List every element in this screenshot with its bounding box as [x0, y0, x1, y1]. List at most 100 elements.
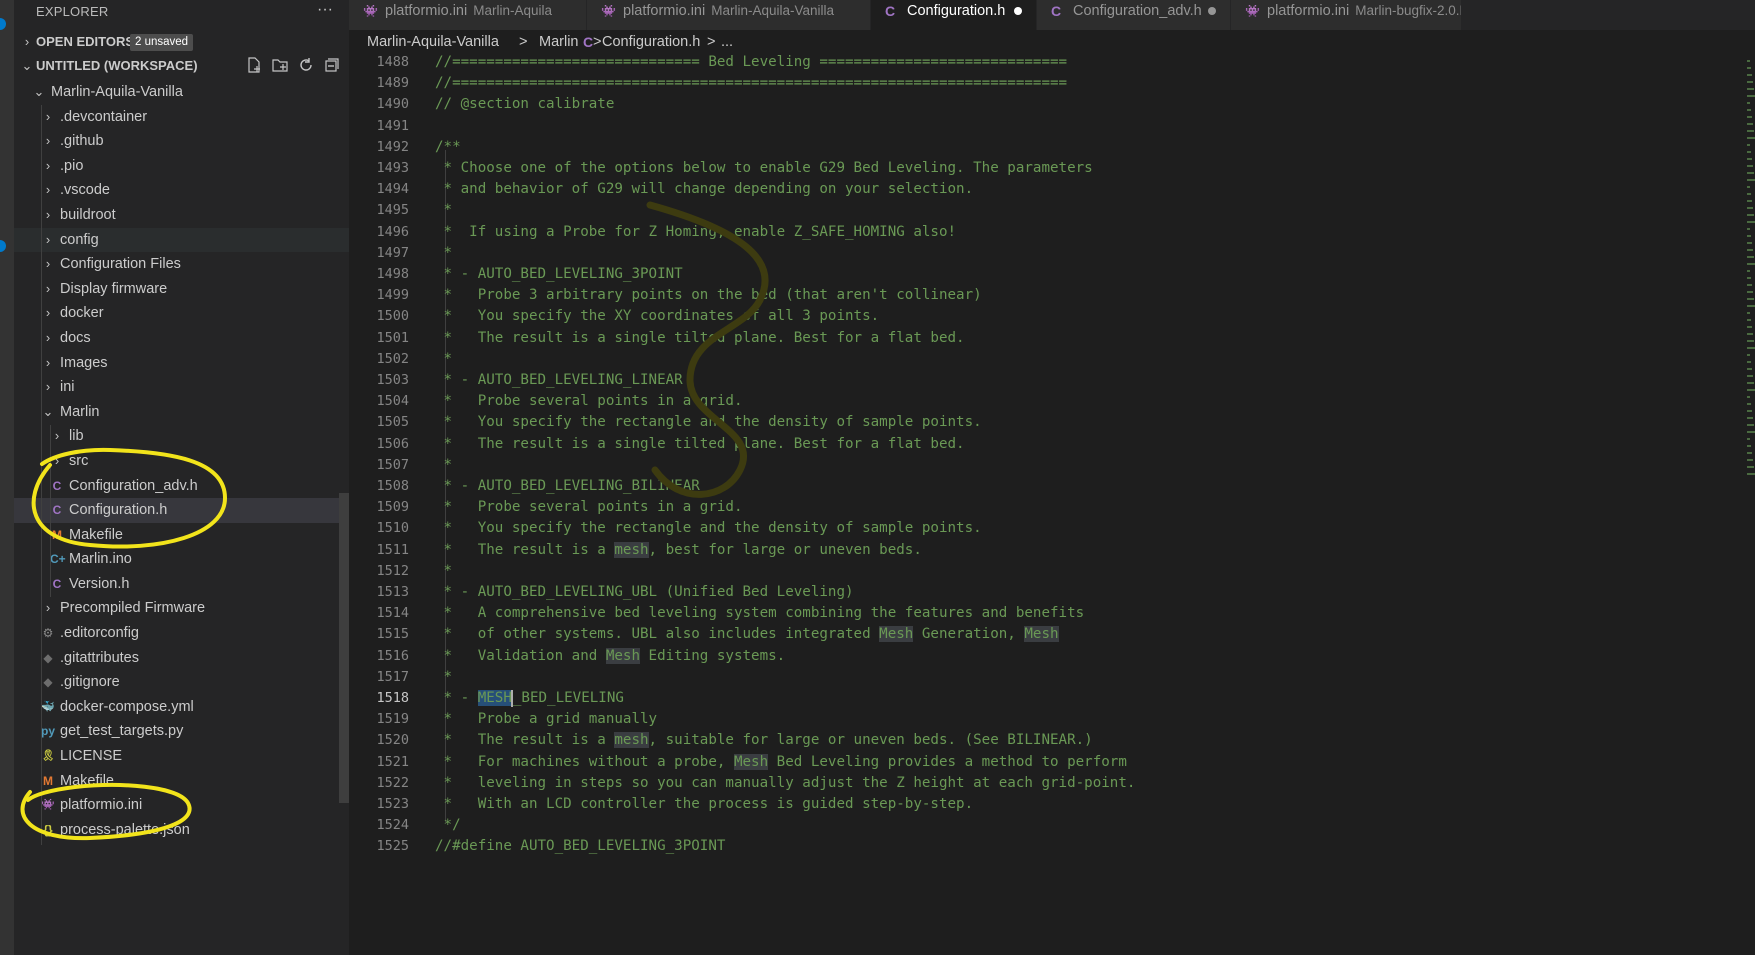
- folder-configuration-files[interactable]: › Configuration Files: [14, 252, 349, 277]
- code-line[interactable]: //#define AUTO_BED_LEVELING_3POINT: [435, 836, 725, 857]
- tree-item-label: Configuration_adv.h: [69, 477, 198, 494]
- code-line[interactable]: * Probe 3 arbitrary points on the bed (t…: [435, 285, 982, 306]
- code-line[interactable]: // @section calibrate: [435, 94, 614, 115]
- folder-buildroot[interactable]: › buildroot: [14, 203, 349, 228]
- code-line[interactable]: * You specify the XY coordinates of all …: [435, 306, 880, 327]
- file-docker-compose-yml[interactable]: 🐳 docker-compose.yml: [14, 695, 349, 720]
- minimap-line: [1747, 361, 1751, 363]
- unsaved-dot-icon[interactable]: [1208, 7, 1216, 15]
- code-line[interactable]: * The result is a single tilted plane. B…: [435, 434, 965, 455]
- code-line[interactable]: * The result is a single tilted plane. B…: [435, 328, 965, 349]
- file-gitignore[interactable]: ◆ .gitignore: [14, 670, 349, 695]
- folder-marlin[interactable]: ⌄ Marlin: [14, 400, 349, 425]
- code-line[interactable]: * - AUTO_BED_LEVELING_3POINT: [435, 264, 683, 285]
- code-line[interactable]: * and behavior of G29 will change depend…: [435, 179, 974, 200]
- folder-ini[interactable]: › ini: [14, 375, 349, 400]
- code-line[interactable]: * of other systems. UBL also includes in…: [435, 624, 1059, 645]
- code-line[interactable]: *: [435, 200, 453, 221]
- folder-devcontainer[interactable]: › .devcontainer: [14, 105, 349, 130]
- code-line[interactable]: * - AUTO_BED_LEVELING_UBL (Unified Bed L…: [435, 582, 854, 603]
- tree-item-label: src: [69, 452, 89, 469]
- code-line[interactable]: *: [435, 455, 453, 476]
- tab-configuration-adv-h[interactable]: C Configuration_adv.h: [1037, 0, 1230, 30]
- folder-config[interactable]: › config: [14, 227, 349, 253]
- folder-lib[interactable]: › lib: [14, 424, 349, 449]
- folder-docs[interactable]: › docs: [14, 326, 349, 351]
- code-line[interactable]: * Probe several points in a grid.: [435, 391, 743, 412]
- sidebar-scrollbar[interactable]: [339, 493, 349, 803]
- line-number: 1516: [376, 647, 409, 664]
- file-marlin-ino[interactable]: C+ Marlin.ino: [14, 547, 349, 572]
- file-license[interactable]: 🎗 LICENSE: [14, 744, 349, 769]
- tree-item-label: LICENSE: [60, 748, 123, 765]
- code-line[interactable]: *: [435, 667, 453, 688]
- folder-marlin-aquila-vanilla[interactable]: ⌄ Marlin-Aquila-Vanilla: [14, 80, 349, 105]
- folder-pio[interactable]: › .pio: [14, 154, 349, 179]
- code-line[interactable]: //============================= Bed Leve…: [435, 54, 1067, 73]
- minimap-line: [1747, 340, 1754, 342]
- folder-github[interactable]: › .github: [14, 129, 349, 154]
- open-editors-section[interactable]: › OPEN EDITORS 2 unsaved: [14, 30, 349, 54]
- code-line[interactable]: * Validation and Mesh Editing systems.: [435, 646, 785, 667]
- folder-src[interactable]: › src: [14, 449, 349, 474]
- code-line[interactable]: *: [435, 349, 453, 370]
- tab-platformio-ini-marlin-aquila[interactable]: 👾 platformio.ini Marlin-Aquila: [349, 0, 586, 30]
- new-folder-icon[interactable]: [270, 56, 290, 76]
- tab-platformio-ini-marlin-aquila-vanilla[interactable]: 👾 platformio.ini Marlin-Aquila-Vanilla: [587, 0, 870, 30]
- file-get-test-targets-py[interactable]: py get_test_targets.py: [14, 719, 349, 744]
- code-editor[interactable]: 1488 1489 1490 1491 1492 1493 1494 1495 1496 1497…: [349, 54, 1755, 955]
- code-line[interactable]: * If using a Probe for Z Homing, enable …: [435, 222, 957, 243]
- code-line[interactable]: */: [435, 815, 461, 836]
- platformio-icon: 👾: [1245, 4, 1260, 18]
- code-line[interactable]: * For machines without a probe, Mesh Bed…: [435, 752, 1127, 773]
- minimap-line: [1747, 347, 1755, 349]
- file-makefile[interactable]: M Makefile: [14, 769, 349, 794]
- folder-images[interactable]: › Images: [14, 351, 349, 376]
- code-line[interactable]: * leveling in steps so you can manually …: [435, 773, 1136, 794]
- file-configuration-h[interactable]: C Configuration.h: [14, 498, 349, 523]
- code-line[interactable]: * You specify the rectangle and the dens…: [435, 518, 982, 539]
- breadcrumb-item[interactable]: ...: [721, 30, 733, 54]
- file-version-h[interactable]: C Version.h: [14, 572, 349, 597]
- code-line[interactable]: * - AUTO_BED_LEVELING_BILINEAR: [435, 476, 700, 497]
- file-platformio-ini[interactable]: 👾 platformio.ini: [14, 793, 349, 818]
- new-file-icon[interactable]: [244, 56, 264, 76]
- code-line[interactable]: *: [435, 243, 453, 264]
- folder-docker[interactable]: › docker: [14, 301, 349, 326]
- refresh-icon[interactable]: [296, 56, 316, 76]
- file-process-palette-json[interactable]: {} process-palette.json: [14, 818, 349, 843]
- workspace-section[interactable]: ⌄ UNTITLED (WORKSPACE): [14, 54, 349, 78]
- folder-display-firmware[interactable]: › Display firmware: [14, 277, 349, 302]
- code-line[interactable]: * You specify the rectangle and the dens…: [435, 412, 982, 433]
- code-line[interactable]: *: [435, 561, 453, 582]
- folder-precompiled-firmware[interactable]: › Precompiled Firmware: [14, 596, 349, 621]
- minimap[interactable]: [1745, 54, 1755, 955]
- code-line[interactable]: * The result is a mesh, suitable for lar…: [435, 730, 1093, 751]
- minimap-line: [1747, 431, 1755, 433]
- file-editorconfig[interactable]: ⚙ .editorconfig: [14, 621, 349, 646]
- code-line[interactable]: /**: [435, 137, 461, 158]
- tab-platformio-ini-marlin-bugfix-2-0-ender5-422[interactable]: 👾 platformio.iniMarlin-bugfix-2.0.Ender5_…: [1231, 0, 1461, 30]
- code-line[interactable]: * - MESH_BED_LEVELING: [435, 688, 624, 709]
- folder-vscode[interactable]: › .vscode: [14, 178, 349, 203]
- file-makefile[interactable]: M Makefile: [14, 523, 349, 548]
- line-number: 1506: [376, 435, 409, 452]
- unsaved-dot-icon[interactable]: [1014, 7, 1022, 15]
- code-line[interactable]: * Probe a grid manually: [435, 709, 658, 730]
- collapse-all-icon[interactable]: [322, 56, 342, 76]
- file-gitattributes[interactable]: ◆ .gitattributes: [14, 646, 349, 671]
- breadcrumb-item[interactable]: Configuration.h: [602, 30, 700, 54]
- more-actions-icon[interactable]: ···: [317, 0, 333, 20]
- code-line[interactable]: * With an LCD controller the process is …: [435, 794, 974, 815]
- tab-configuration-h[interactable]: C Configuration.h: [871, 0, 1036, 30]
- code-line[interactable]: * A comprehensive bed leveling system co…: [435, 603, 1085, 624]
- code-line[interactable]: //======================================…: [435, 73, 1067, 94]
- file-configuration-adv-h[interactable]: C Configuration_adv.h: [14, 474, 349, 499]
- code-line[interactable]: * The result is a mesh, best for large o…: [435, 540, 922, 561]
- breadcrumb-item[interactable]: Marlin: [539, 30, 578, 54]
- code-line[interactable]: * Probe several points in a grid.: [435, 497, 743, 518]
- code-line[interactable]: * - AUTO_BED_LEVELING_LINEAR: [435, 370, 683, 391]
- minimap-line: [1747, 410, 1752, 412]
- code-line[interactable]: * Choose one of the options below to ena…: [435, 158, 1093, 179]
- breadcrumb-item[interactable]: Marlin-Aquila-Vanilla: [367, 30, 499, 54]
